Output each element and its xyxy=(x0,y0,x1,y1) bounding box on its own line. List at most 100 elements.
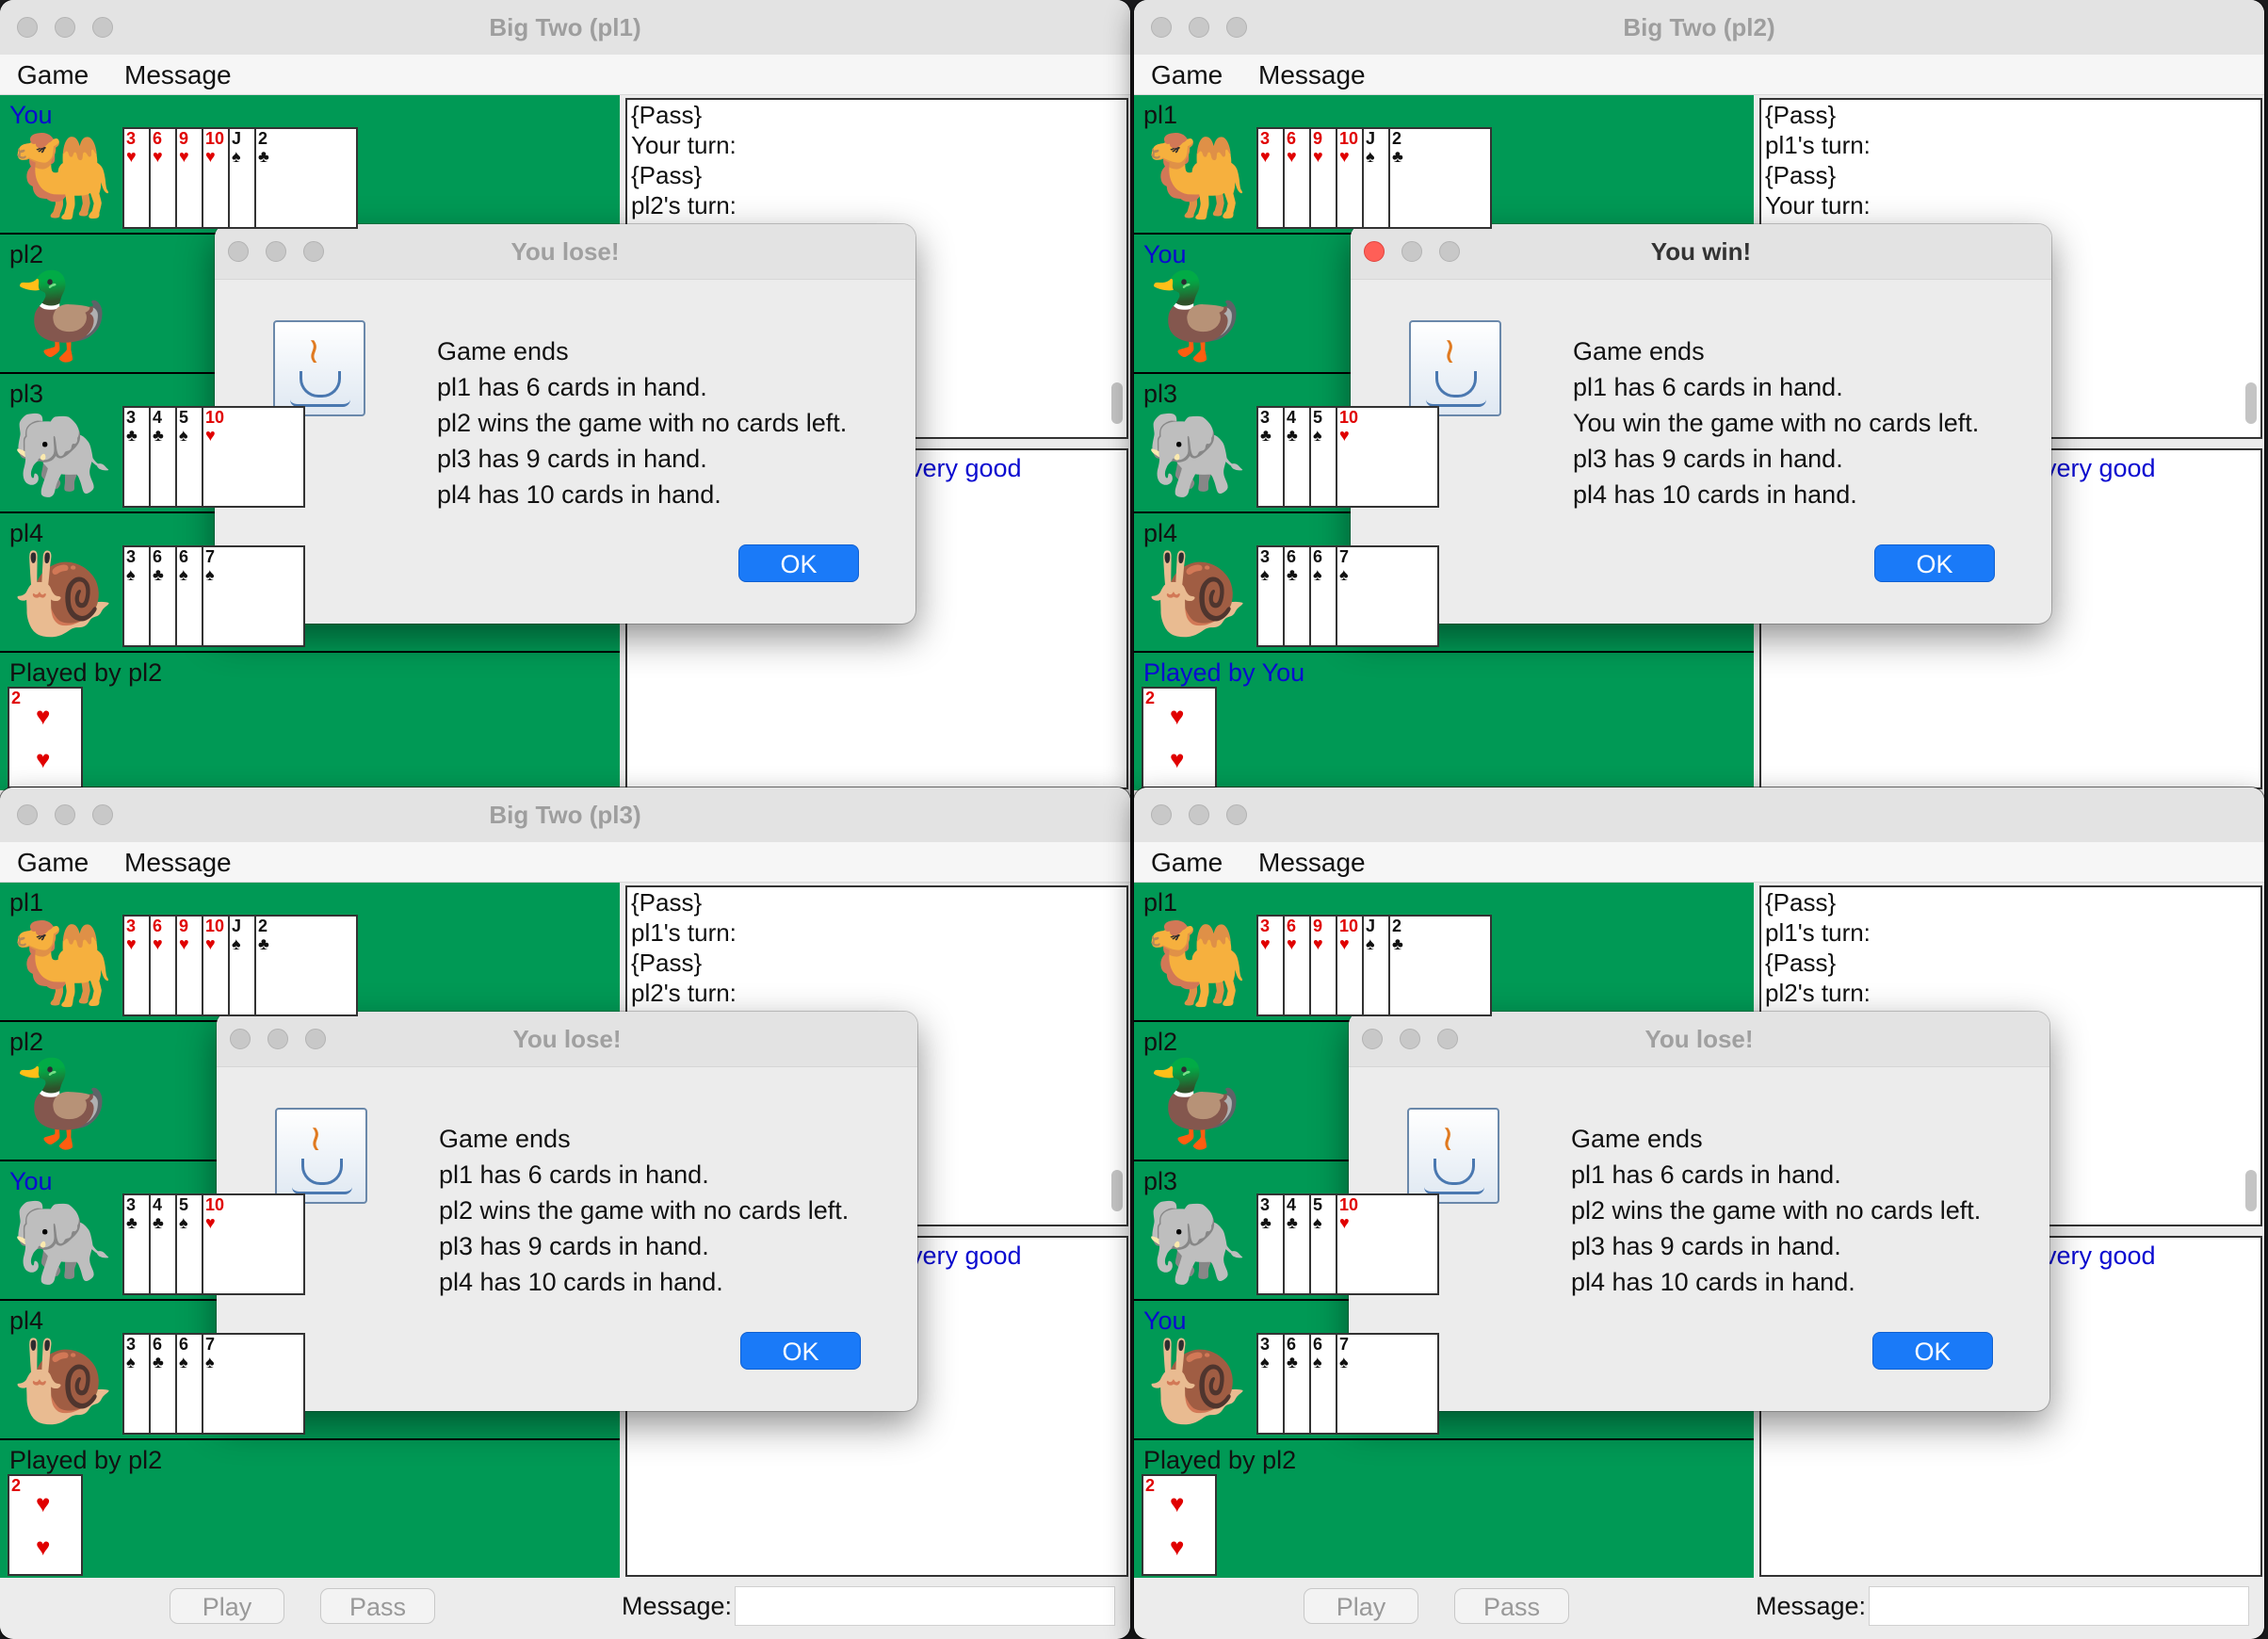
message-input[interactable] xyxy=(735,1586,1115,1626)
zoom-button[interactable] xyxy=(1226,804,1247,825)
log-line: Your turn: xyxy=(1765,191,1871,219)
dialog-title-bar[interactable]: You win! xyxy=(1351,224,2051,280)
playing-card[interactable]: 2 ♣ xyxy=(254,127,358,229)
dialog-title-bar[interactable]: You lose! xyxy=(215,224,915,280)
cup-icon xyxy=(301,1159,343,1185)
window-title: Big Two (pl1) xyxy=(489,13,641,41)
playing-card[interactable]: 10 ♥ xyxy=(1336,1193,1439,1295)
played-card: 2 ♥ ♥ xyxy=(8,1474,83,1576)
card-rank: 2 xyxy=(258,129,268,148)
card-rank: 6 xyxy=(1287,917,1297,935)
playing-card[interactable]: 7 ♠ xyxy=(202,1333,305,1435)
ok-button[interactable]: OK xyxy=(738,544,859,582)
dialog-line: pl2 wins the game with no cards left. xyxy=(437,409,848,437)
close-button[interactable] xyxy=(1151,804,1172,825)
menu-game[interactable]: Game xyxy=(1151,848,1223,878)
steam-icon: ≀ xyxy=(1443,332,1457,371)
pass-button[interactable]: Pass xyxy=(1454,1588,1569,1624)
card-rank: 6 xyxy=(179,1335,189,1354)
play-button[interactable]: Play xyxy=(170,1588,284,1624)
played-area: Played by You 2 ♥ ♥ xyxy=(1134,655,1754,790)
dialog-line: pl2 wins the game with no cards left. xyxy=(1571,1196,1982,1225)
java-coffee-icon: ≀ xyxy=(275,1108,367,1204)
window-title: Big Two (pl3) xyxy=(489,801,641,829)
log-line: {Pass} xyxy=(631,888,703,917)
dialog-line: pl3 has 9 cards in hand. xyxy=(439,1232,709,1260)
card-rank: 7 xyxy=(205,1335,216,1354)
card-rank: 9 xyxy=(1313,917,1323,935)
playing-card[interactable]: 2 ♣ xyxy=(1388,127,1492,229)
ok-button[interactable]: OK xyxy=(1872,1332,1993,1370)
log-line: Your turn: xyxy=(631,131,737,159)
card-suit: ♠ xyxy=(1260,565,1270,584)
played-by-label: Played by You xyxy=(1143,658,1305,687)
scrollbar-thumb[interactable] xyxy=(1111,382,1123,424)
title-bar[interactable]: Big Two (pl3) xyxy=(0,787,1130,843)
dialog-title: You lose! xyxy=(1644,1025,1754,1053)
control-bar: Play Pass Message: xyxy=(0,1579,1130,1635)
playing-card[interactable]: 7 ♠ xyxy=(1336,1333,1439,1435)
log-line: pl2's turn: xyxy=(631,191,737,219)
title-bar[interactable]: Big Two (pl2) xyxy=(1134,0,2264,56)
ok-button[interactable]: OK xyxy=(740,1332,861,1370)
card-rank: 9 xyxy=(1313,129,1323,148)
ok-button[interactable]: OK xyxy=(1874,544,1995,582)
title-bar[interactable] xyxy=(1134,787,2264,843)
card-suit: ♣ xyxy=(1260,426,1272,445)
menu-message[interactable]: Message xyxy=(124,60,232,90)
dialog-line: pl1 has 6 cards in hand. xyxy=(439,1160,709,1189)
card-suit: ♠ xyxy=(205,1353,215,1371)
playing-card[interactable]: 10 ♥ xyxy=(202,1193,305,1295)
played-by-label: Played by pl2 xyxy=(9,658,163,687)
chat-line: very good xyxy=(910,454,1022,482)
card-rank: 6 xyxy=(153,917,163,935)
heart-icon: ♥ xyxy=(36,745,51,773)
card-suit: ♥ xyxy=(1339,1213,1350,1232)
dialog-line: pl1 has 6 cards in hand. xyxy=(1573,373,1843,401)
playing-card[interactable]: 2 ♣ xyxy=(1388,915,1492,1016)
player-name: You xyxy=(9,101,53,129)
player-avatar: 🦆 xyxy=(11,1056,115,1149)
playing-card[interactable]: 7 ♠ xyxy=(202,545,305,647)
card-suit: ♠ xyxy=(205,565,215,584)
playing-card[interactable]: 10 ♥ xyxy=(1336,406,1439,508)
dialog-message: Game ends pl1 has 6 cards in hand. pl2 win… xyxy=(437,333,847,512)
pass-button[interactable]: Pass xyxy=(320,1588,435,1624)
scrollbar-thumb[interactable] xyxy=(1111,1170,1123,1211)
playing-card[interactable]: 7 ♠ xyxy=(1336,545,1439,647)
message-label: Message: xyxy=(1756,1592,1867,1620)
card-suit: ♥ xyxy=(1339,934,1350,953)
scrollbar-thumb[interactable] xyxy=(2245,1170,2257,1211)
card-rank: 3 xyxy=(1260,1195,1271,1214)
player-name: pl1 xyxy=(1143,888,1178,917)
heart-icon: ♥ xyxy=(36,1533,51,1561)
menu-game[interactable]: Game xyxy=(17,848,89,878)
menu-game[interactable]: Game xyxy=(17,60,89,90)
log-line: pl1's turn: xyxy=(1765,131,1871,159)
menu-bar: Game Message xyxy=(0,55,1130,95)
title-bar[interactable]: Big Two (pl1) xyxy=(0,0,1130,56)
playing-card[interactable]: 10 ♥ xyxy=(202,406,305,508)
card-suit: ♣ xyxy=(153,1353,164,1371)
player-name: You xyxy=(1143,240,1187,268)
minimize-button[interactable] xyxy=(1189,804,1209,825)
dialog-title-bar[interactable]: You lose! xyxy=(217,1012,917,1067)
card-rank: 10 xyxy=(205,1195,225,1214)
card-rank: 6 xyxy=(1287,1335,1297,1354)
log-line: {Pass} xyxy=(1765,101,1837,129)
menu-message[interactable]: Message xyxy=(1258,60,1366,90)
card-rank: 5 xyxy=(1313,408,1323,427)
dialog-title-bar[interactable]: You lose! xyxy=(1349,1012,2049,1067)
playing-card[interactable]: 2 ♣ xyxy=(254,915,358,1016)
card-suit: ♥ xyxy=(179,147,189,166)
dialog-line: pl2 wins the game with no cards left. xyxy=(439,1196,850,1225)
message-input[interactable] xyxy=(1869,1586,2249,1626)
menu-message[interactable]: Message xyxy=(1258,848,1366,878)
menu-game[interactable]: Game xyxy=(1151,60,1223,90)
play-button[interactable]: Play xyxy=(1304,1588,1418,1624)
player-avatar: 🦆 xyxy=(1145,268,1249,362)
scrollbar-thumb[interactable] xyxy=(2245,382,2257,424)
menu-message[interactable]: Message xyxy=(124,848,232,878)
card-suit: ♣ xyxy=(258,147,269,166)
java-coffee-icon: ≀ xyxy=(273,320,365,416)
